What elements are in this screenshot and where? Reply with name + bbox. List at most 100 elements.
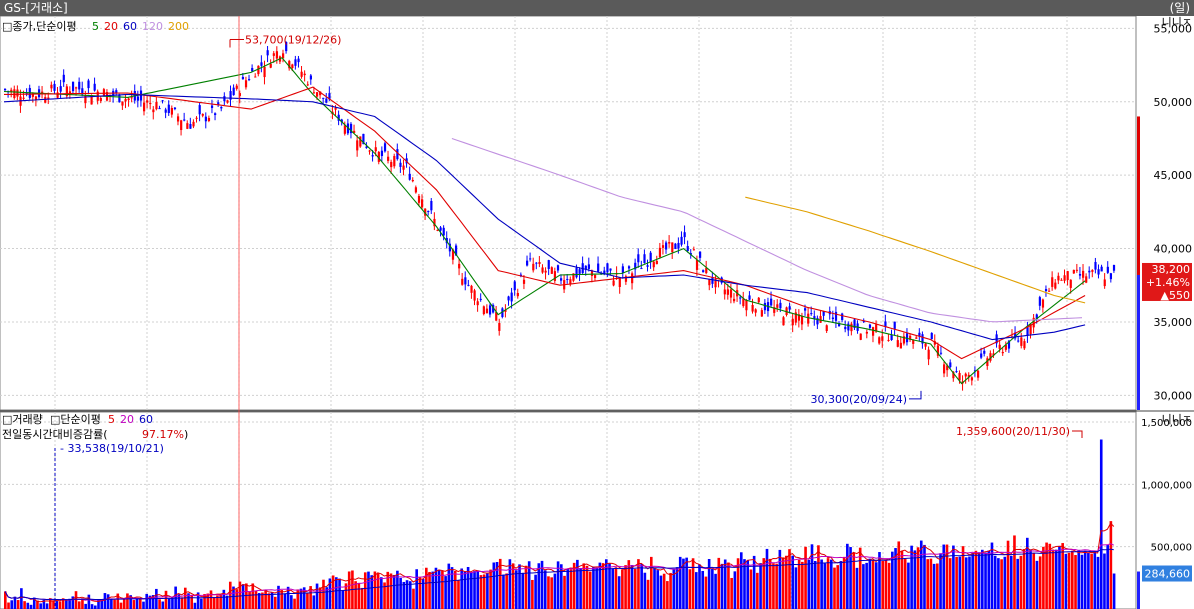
volume-bar [360, 587, 364, 609]
volume-bar [39, 603, 42, 609]
candle-body [356, 140, 359, 151]
volume-bar [380, 577, 383, 609]
candle-body [414, 187, 418, 193]
candle-body [547, 260, 550, 269]
candle-body [665, 242, 668, 250]
candle-body [1001, 351, 1004, 354]
candle-body [560, 278, 563, 281]
candle-body [180, 120, 183, 131]
candle-body [164, 109, 167, 113]
volume-bar [20, 588, 23, 609]
volume-bar [1038, 556, 1042, 609]
volume-bar [907, 562, 910, 609]
candle-body [649, 252, 652, 263]
volume-bar [511, 563, 515, 609]
change-amt-label: ▲550 [1161, 289, 1190, 302]
volume-bar [1058, 546, 1061, 609]
volume-bar [804, 546, 807, 609]
candle-body [124, 98, 127, 102]
candle-body [1048, 290, 1051, 292]
volume-bar [926, 559, 929, 609]
volume-bar [997, 558, 1000, 609]
candle-body [210, 105, 214, 108]
candle-body [998, 344, 1001, 349]
volume-bar [1090, 553, 1093, 609]
candle-body [949, 362, 952, 368]
volume-bar [707, 559, 711, 609]
price-tick-label: 50,000 [1154, 96, 1193, 109]
volume-bar [685, 557, 688, 609]
volume-bar [768, 558, 772, 609]
volume-bar [936, 563, 939, 609]
volume-bar [418, 577, 422, 609]
candle-body [1082, 270, 1085, 278]
candle-body [943, 364, 946, 374]
candle-body [655, 260, 658, 265]
volume-bar [611, 568, 615, 609]
min-volume-label: - 33,538(19/10/21) [60, 442, 164, 455]
volume-bar [26, 602, 30, 609]
volume-bar [656, 570, 660, 609]
volume-bar [775, 563, 778, 609]
candle-body [1020, 337, 1023, 346]
volume-bar [948, 558, 952, 609]
candle-body [22, 97, 25, 99]
volume-bar [29, 604, 33, 609]
volume-bar [399, 577, 402, 609]
volume-bar [595, 567, 598, 609]
volume-bar [219, 594, 222, 609]
volume-bar [473, 571, 476, 609]
volume-bar [820, 559, 823, 609]
candle-body [751, 304, 754, 312]
volume-bar [829, 559, 833, 609]
period-label[interactable]: (일) [1170, 0, 1190, 16]
candle-body [556, 265, 560, 271]
volume-bar [23, 601, 26, 609]
candle-body [16, 89, 19, 97]
candle-body [1066, 271, 1069, 281]
volume-bar [1006, 540, 1010, 609]
volume-bar [537, 563, 541, 609]
candle-body [637, 254, 640, 263]
candle-body [195, 117, 198, 119]
volume-bar [158, 599, 161, 609]
volume-bar [290, 595, 293, 609]
volume-bar [887, 562, 891, 609]
candle-body [631, 273, 634, 284]
stock-chart[interactable]: 55,00050,00045,00040,00035,00030,0001,50… [0, 16, 1194, 609]
volume-bar [640, 563, 643, 609]
candle-body [939, 352, 943, 354]
volume-bar [794, 567, 798, 609]
candle-body [62, 74, 65, 83]
volume-bar [415, 569, 418, 609]
volume-bar [1103, 553, 1106, 609]
volume-bar [1099, 439, 1103, 609]
volume-bar [521, 572, 525, 609]
volume-bar [408, 581, 412, 609]
candle-body [760, 310, 763, 317]
candle-body [306, 84, 309, 86]
volume-bar [604, 559, 608, 609]
candle-body [461, 278, 464, 285]
candle-body [223, 96, 226, 102]
volume-bar [1096, 556, 1100, 609]
candle-body [1103, 279, 1106, 287]
candle-body [507, 296, 510, 301]
volume-bar [1048, 543, 1052, 609]
candle-body [865, 331, 868, 334]
volume-bar [964, 557, 968, 609]
volume-bar [180, 597, 184, 609]
candle-body [726, 289, 729, 295]
volume-bar [267, 593, 271, 609]
candle-body [417, 195, 421, 203]
candle-body [618, 278, 621, 287]
ratio-value: 97.17% [142, 428, 184, 441]
candle-body [214, 113, 217, 116]
candle-body [686, 246, 689, 252]
volume-tick-label: 1,000,000 [1141, 480, 1192, 491]
candle-body [176, 116, 180, 122]
candle-body [442, 227, 445, 236]
volume-bar [45, 603, 49, 609]
volume-bar [900, 550, 904, 609]
candle-body [964, 373, 967, 377]
